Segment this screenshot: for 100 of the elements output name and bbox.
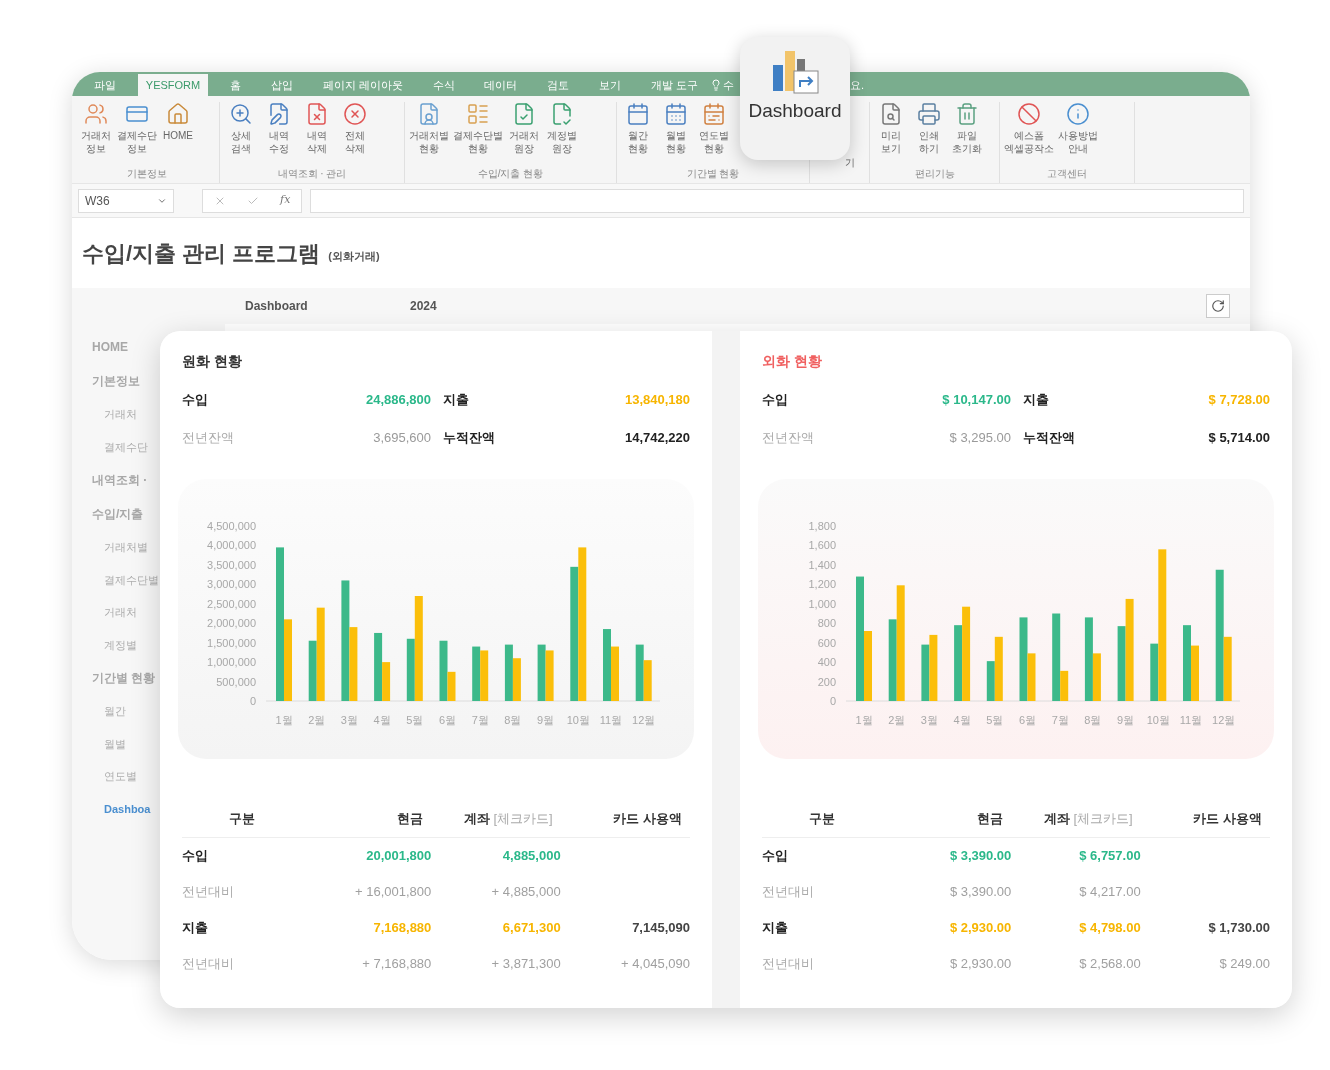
axis-category-label: 8월 <box>1084 714 1102 726</box>
table-cell-text: + 7,168,880 <box>361 954 432 973</box>
axis-tick-label: 1,500,000 <box>207 636 256 649</box>
axis-tick-label: 2,000,000 <box>207 617 256 630</box>
sidebar-item[interactable]: 계정별 <box>104 636 137 653</box>
summary-label: 누적잔액 <box>442 428 496 447</box>
sidebar-item[interactable]: 기본정보 <box>92 372 140 390</box>
sidebar-item[interactable]: 월간 <box>104 703 126 720</box>
table-cell-text: $ 2,930.00 <box>948 954 1012 973</box>
panel-title: 외화 현황 <box>762 352 823 371</box>
ribbon-tab[interactable]: 홈 <box>222 74 250 96</box>
sidebar-item[interactable]: 내역조회 · <box>92 471 148 489</box>
sidebar-item[interactable]: 연도별 <box>104 768 137 785</box>
refresh-icon <box>1211 299 1225 313</box>
axis-category-label: 5월 <box>986 714 1004 726</box>
chart-bar <box>643 660 652 701</box>
sidebar-item[interactable]: HOME <box>92 338 128 356</box>
ribbon-button[interactable]: 미리 보기 <box>872 102 910 166</box>
sidebar-item[interactable]: 거래처별 <box>104 539 148 556</box>
tell-me-text: 수 <box>723 77 734 93</box>
ribbon-button[interactable]: 내역 삭제 <box>298 102 336 166</box>
table-cell-text: $ 2,930.00 <box>948 918 1012 937</box>
ribbon-group-label: 편리기능 <box>914 167 955 181</box>
sidebar-item[interactable]: 거래처 <box>104 406 137 423</box>
axis-category-label: 3월 <box>340 714 358 726</box>
table-cell-text: + 16,001,800 <box>354 882 432 901</box>
ribbon-button[interactable]: 거래처 정보 <box>77 102 115 166</box>
program-subtitle: (외화거래) <box>328 248 380 264</box>
tell-me-text: 요. <box>850 77 865 93</box>
chart-bar <box>929 634 938 701</box>
ribbon-button[interactable]: 거래처별 현황 <box>407 102 451 166</box>
table-cell-text: $ 1,730.00 <box>1207 918 1270 937</box>
sidebar-item[interactable]: 결제수단별 <box>104 571 159 588</box>
ribbon-button[interactable]: 사용방법 안내 <box>1056 102 1100 166</box>
summary-label: 지출 <box>442 391 470 409</box>
column-header: 카드 사용액 <box>612 810 683 828</box>
column-header: 구분 <box>808 810 836 828</box>
sidebar-item[interactable]: 월별 <box>104 735 126 752</box>
ribbon-button[interactable]: 월별 현황 <box>657 102 695 166</box>
summary-value: $ 7,728.00 <box>1207 391 1270 409</box>
ribbon-tab[interactable]: 개발 도구 <box>642 74 706 96</box>
chart-bar <box>537 644 546 701</box>
ribbon-tab[interactable]: 삽입 <box>262 74 301 96</box>
dashboard-popup[interactable]: Dashboard <box>740 37 850 160</box>
sidebar-item[interactable]: 수입/지출 <box>92 505 144 523</box>
summary-value: $ 10,147.00 <box>941 391 1011 409</box>
function-label[interactable]: fx <box>280 192 291 209</box>
sidebar-item[interactable]: 결제수단 <box>104 438 148 455</box>
column-header: 현금 <box>976 810 1005 828</box>
table-cell-text: + 4,885,000 <box>490 882 561 901</box>
edit-document-icon <box>267 102 291 126</box>
panel-title: 원화 현황 <box>182 352 243 371</box>
ribbon-group-label: 기간별 현황 <box>686 167 740 181</box>
axis-tick-label: 1,400 <box>808 558 836 571</box>
axis-category-label: 2월 <box>888 714 906 726</box>
table-cell-text: $ 3,390.00 <box>948 846 1012 865</box>
ribbon-button[interactable]: 연도별 현황 <box>695 102 733 166</box>
ribbon-tab[interactable]: 검토 <box>539 74 578 96</box>
year-label: 2024 <box>410 298 437 315</box>
axis-category-label: 5월 <box>406 714 424 726</box>
ribbon-button[interactable]: 인쇄 하기 <box>910 102 948 166</box>
axis-tick-label: 0 <box>829 695 836 707</box>
ribbon-button[interactable]: 월간 현황 <box>619 102 657 166</box>
sidebar-item[interactable]: 거래처 <box>104 604 137 621</box>
name-box[interactable]: W36 <box>78 188 174 213</box>
chart-bar <box>921 644 930 701</box>
summary-value: 13,840,180 <box>623 391 690 409</box>
row-label: 전년대비 <box>762 954 815 973</box>
ribbon-tab[interactable]: 수식 <box>424 74 463 96</box>
ribbon-tab[interactable]: 보기 <box>591 74 630 96</box>
summary-label: 전년잔액 <box>762 428 815 447</box>
ribbon-button[interactable]: 상세 검색 <box>222 102 260 166</box>
ribbon-button[interactable]: HOME <box>159 102 197 166</box>
formula-input[interactable] <box>310 188 1244 213</box>
ribbon-button[interactable]: 결제수단별 현황 <box>451 102 505 166</box>
chart-bar <box>545 650 554 701</box>
ribbon-button[interactable]: 전체 삭제 <box>336 102 374 166</box>
row-label: 전년대비 <box>182 882 235 901</box>
axis-tick-label: 200 <box>817 675 836 688</box>
axis-category-label: 7월 <box>1051 714 1069 726</box>
sidebar-item[interactable]: 기간별 현황 <box>92 669 156 687</box>
table-cell-text: + 4,045,090 <box>619 954 690 973</box>
table-cell-text: 7,145,090 <box>631 918 690 937</box>
ribbon-button[interactable]: 거래처 원장 <box>505 102 543 166</box>
users-icon <box>84 102 108 126</box>
ribbon-button[interactable]: 파일 초기화 <box>948 102 986 166</box>
ribbon-tab[interactable]: 페이지 레이아웃 <box>314 74 411 96</box>
preview-icon <box>879 102 903 126</box>
refresh-button[interactable] <box>1206 294 1230 318</box>
row-label: 지출 <box>762 918 789 937</box>
ribbon-tab[interactable]: YESFORM <box>137 74 209 96</box>
sidebar-item[interactable]: Dashboa <box>104 800 151 817</box>
ribbon-button[interactable]: 계정별 원장 <box>543 102 581 166</box>
ribbon-button[interactable]: 결제수단 정보 <box>115 102 159 166</box>
ribbon-button[interactable]: 내역 수정 <box>260 102 298 166</box>
ribbon-tab[interactable]: 파일 <box>86 74 124 96</box>
ribbon-tab[interactable]: 데이터 <box>476 74 526 96</box>
ribbon-button[interactable]: 예스폼 엑셀공작소 <box>1002 102 1056 166</box>
ribbon-group-label: 수입/지출 현황 <box>477 167 544 181</box>
table-cell-text: $ 3,390.00 <box>948 882 1012 901</box>
